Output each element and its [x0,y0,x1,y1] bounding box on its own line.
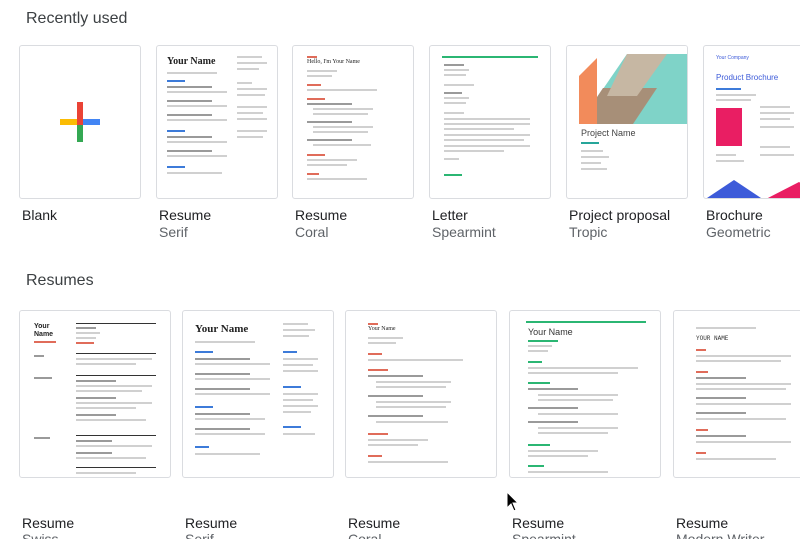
template-thumbnail: Your Name [509,310,661,478]
template-title: Resume [348,515,401,531]
template-subtitle: Spearmint [432,224,496,240]
template-subtitle: Serif [159,224,188,240]
template-resume-serif-2[interactable]: Your Name Resume Serif [182,310,334,539]
template-title: Resume [676,515,729,531]
template-title: Letter [432,207,468,223]
thumb-heading: Project Name [581,128,636,138]
thumb-heading: YOUR NAME [696,335,729,342]
thumb-heading: Your Name [167,56,216,67]
template-subtitle: Spearmint [512,531,576,539]
thumb-heading: Hello, I'm Your Name [307,59,360,65]
template-subtitle: Coral [348,531,382,539]
template-brochure-geometric[interactable]: Your Company Product Brochure Brochure G… [703,45,800,245]
tropic-graphic [567,46,687,124]
template-thumbnail: Your Company Product Brochure [703,45,800,199]
template-subtitle: Serif [185,531,214,539]
thumb-heading: Your Name [195,323,249,335]
template-resume-serif[interactable]: Your Name Resume Serif [156,45,278,245]
resumes-heading: Resumes [26,272,94,289]
template-thumbnail: Your Name [182,310,334,478]
template-subtitle: Tropic [569,224,608,240]
template-subtitle: Modern Writer [676,531,765,539]
mouse-cursor-icon [506,491,520,512]
template-thumbnail [429,45,551,199]
template-thumbnail: YOUR NAME [673,310,800,478]
recently-used-heading: Recently used [26,10,128,27]
template-title: Blank [22,207,58,223]
template-thumbnail: Your Name [156,45,278,199]
template-subtitle: Swiss [22,531,59,539]
template-thumbnail: Your Name [345,310,497,478]
template-project-proposal-tropic[interactable]: Project Name Project proposal Tropic [566,45,688,245]
thumb-company: Your Company [716,55,749,61]
template-letter-spearmint[interactable]: Letter Spearmint [429,45,551,245]
template-thumbnail: Hello, I'm Your Name [292,45,414,199]
template-title: Resume [512,515,565,531]
thumb-heading: Product Brochure [716,73,779,82]
template-thumbnail: Your Name [19,310,171,478]
template-title: Resume [185,515,238,531]
template-title: Resume [22,515,75,531]
template-title: Brochure [706,207,763,223]
template-resume-coral[interactable]: Hello, I'm Your Name Resume Coral [292,45,414,245]
thumb-heading: Your Name [34,323,54,338]
template-title: Project proposal [569,207,671,223]
thumb-heading: Your Name [528,327,573,337]
template-resume-swiss[interactable]: Your Name Resume Swiss [19,310,171,539]
template-resume-coral-2[interactable]: Your Name Resume Coral [345,310,497,539]
template-title: Resume [159,207,212,223]
template-title: Resume [295,207,348,223]
template-thumbnail [19,45,141,199]
template-resume-spearmint[interactable]: Your Name Resume Spearmint [509,310,661,539]
thumb-heading: Your Name [368,326,396,332]
phone-image [716,108,742,146]
plus-icon [60,102,100,142]
template-thumbnail: Project Name [566,45,688,199]
template-subtitle: Geometric [706,224,771,240]
template-resume-modern-writer[interactable]: YOUR NAME Resume Modern Writer [673,310,800,539]
geometric-footer [707,180,800,198]
template-blank[interactable]: Blank [19,45,141,245]
template-subtitle: Coral [295,224,329,240]
